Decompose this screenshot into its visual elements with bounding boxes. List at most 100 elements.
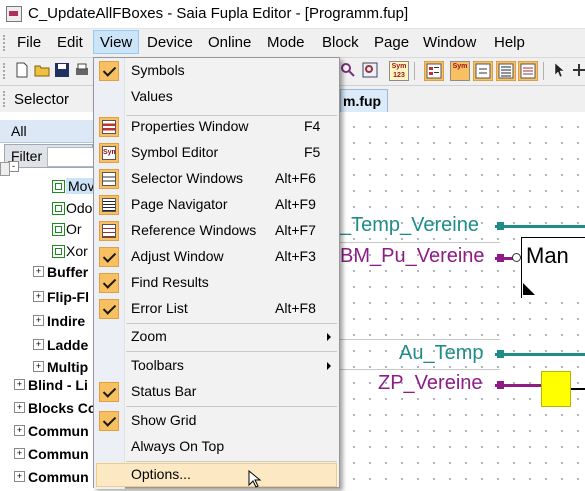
fupla-canvas[interactable]: _Temp_Vereine BM_Pu_Vereine Man Au_Temp … [340, 113, 585, 488]
tree-expand-icon[interactable]: + [14, 425, 25, 436]
tree-expand-icon[interactable]: + [33, 315, 44, 326]
tree-expand-icon[interactable]: + [14, 379, 25, 390]
tree-group-ladder[interactable]: Ladde [47, 337, 88, 353]
wire-connector [497, 381, 504, 389]
tree-expand-icon[interactable]: + [33, 266, 44, 277]
menu-item-label: Find Results [131, 274, 209, 290]
signal-label-temp-vereine[interactable]: _Temp_Vereine [340, 214, 479, 237]
tree-group-blind[interactable]: Blind - Li [28, 377, 88, 393]
signal-wire[interactable] [495, 225, 585, 228]
toolbar-separator [543, 62, 544, 80]
print-icon[interactable] [74, 62, 90, 78]
menu-item-label: Error List [131, 300, 188, 316]
document-tab-strip: m.fup [340, 86, 585, 112]
tree-expand-icon[interactable]: + [14, 471, 25, 482]
tree-expand-icon[interactable]: + [33, 339, 44, 350]
menu-item-page-navigator[interactable]: Page Navigator Alt+F9 [94, 192, 339, 218]
menu-item-options[interactable]: Options... [94, 462, 339, 488]
selector-windows-icon[interactable] [473, 61, 493, 81]
menu-item-always-on-top[interactable]: Always On Top [94, 434, 339, 460]
tree-group-blocks[interactable]: Blocks Co [28, 400, 96, 416]
submenu-arrow-icon [327, 333, 331, 341]
tree-group-commun-3[interactable]: Commun [28, 469, 89, 485]
menu-item-status-bar[interactable]: Status Bar [94, 379, 339, 405]
menu-help[interactable]: Help [494, 34, 525, 51]
menu-file[interactable]: File [17, 34, 41, 51]
menu-item-properties-window[interactable]: Properties Window F4 [94, 114, 339, 140]
signal-label-au-temp[interactable]: Au_Temp [399, 342, 484, 365]
negation-circle [512, 253, 521, 262]
filter-input[interactable] [47, 147, 96, 167]
menu-view[interactable]: View [93, 30, 140, 54]
toolbar-separator [414, 62, 415, 80]
zoom-fit-icon[interactable] [362, 62, 378, 78]
tree-item-mov[interactable]: Mov [66, 178, 97, 194]
menu-item-reference-windows[interactable]: Reference Windows Alt+F7 [94, 218, 339, 244]
menu-mode[interactable]: Mode [267, 34, 305, 51]
tree-item-or[interactable]: Or [66, 221, 82, 237]
menu-item-find-results[interactable]: Find Results [94, 270, 339, 296]
tree-expand-icon[interactable]: + [14, 402, 25, 413]
signal-label-zp-vereine[interactable]: ZP_Vereine [378, 372, 483, 395]
new-file-icon[interactable] [14, 62, 30, 78]
menubar-grip[interactable] [3, 35, 8, 51]
menu-item-show-grid[interactable]: Show Grid [94, 408, 339, 434]
selector-grip[interactable] [3, 91, 8, 107]
signal-label-bm-pu-vereine[interactable]: BM_Pu_Vereine [340, 245, 485, 268]
menu-item-values[interactable]: Values [94, 84, 339, 110]
menu-item-shortcut: Alt+F8 [275, 300, 316, 316]
save-icon[interactable] [54, 62, 70, 78]
app-icon[interactable] [6, 6, 22, 22]
tree-expand-icon[interactable]: + [33, 291, 44, 302]
menu-item-symbol-editor[interactable]: Sym Symbol Editor F5 [94, 140, 339, 166]
document-tab[interactable]: m.fup [340, 89, 388, 112]
yellow-function-block[interactable] [541, 371, 571, 407]
symbols-123-icon[interactable]: Sym 123 [389, 61, 409, 81]
block-label-man: Man [526, 243, 569, 268]
menu-window[interactable]: Window [423, 34, 476, 51]
signal-separator [340, 339, 500, 340]
tree-item-xor[interactable]: Xor [66, 243, 88, 259]
tree-group-commun-2[interactable]: Commun [28, 446, 89, 462]
check-icon [99, 61, 119, 81]
menu-block[interactable]: Block [322, 34, 359, 51]
page-navigator-icon[interactable] [496, 61, 516, 81]
menu-page[interactable]: Page [374, 34, 409, 51]
menu-edit[interactable]: Edit [57, 34, 83, 51]
function-icon [52, 202, 65, 215]
tree-group-flip-flop[interactable]: Flip-Fl [47, 289, 89, 305]
open-folder-icon[interactable] [34, 62, 50, 78]
tree-group-multiplexer[interactable]: Multip [47, 359, 88, 375]
signal-wire[interactable] [495, 353, 585, 356]
menu-item-selector-windows[interactable]: Selector Windows Alt+F6 [94, 166, 339, 192]
menu-item-zoom[interactable]: Zoom [94, 324, 339, 350]
menu-device[interactable]: Device [147, 34, 193, 51]
toolbar-grip[interactable] [3, 63, 8, 79]
tree-expand-icon[interactable]: + [14, 448, 25, 459]
menu-item-label: Symbols [131, 62, 185, 78]
symbol-editor-icon[interactable]: Sym [450, 61, 470, 81]
tree-expand-icon[interactable]: + [33, 361, 44, 372]
zoom-icon[interactable] [340, 62, 356, 78]
menu-item-shortcut: F5 [304, 144, 321, 160]
tree-item-odo[interactable]: Odo [66, 200, 92, 216]
menu-item-label: Status Bar [131, 383, 197, 399]
function-icon [52, 245, 65, 258]
menu-item-symbols[interactable]: Symbols [94, 58, 339, 84]
menu-item-shortcut: F4 [304, 118, 321, 134]
tree-group-buffer[interactable]: Buffer [47, 264, 88, 280]
check-icon [99, 382, 119, 402]
menu-item-toolbars[interactable]: Toolbars [94, 353, 339, 379]
pointer-tool-icon[interactable] [552, 62, 568, 78]
selector-category-all[interactable]: All [0, 120, 93, 143]
tree-group-indirect[interactable]: Indire [47, 313, 85, 329]
wire-connector [497, 222, 504, 230]
reference-windows-icon[interactable] [518, 61, 538, 81]
tree-group-commun-1[interactable]: Commun [28, 423, 89, 439]
cross-tool-icon[interactable] [572, 62, 585, 78]
menu-separator [126, 351, 337, 352]
menu-item-error-list[interactable]: Error List Alt+F8 [94, 296, 339, 322]
menu-item-adjust-window[interactable]: Adjust Window Alt+F3 [94, 244, 339, 270]
properties-icon[interactable] [424, 61, 444, 81]
menu-online[interactable]: Online [208, 34, 251, 51]
